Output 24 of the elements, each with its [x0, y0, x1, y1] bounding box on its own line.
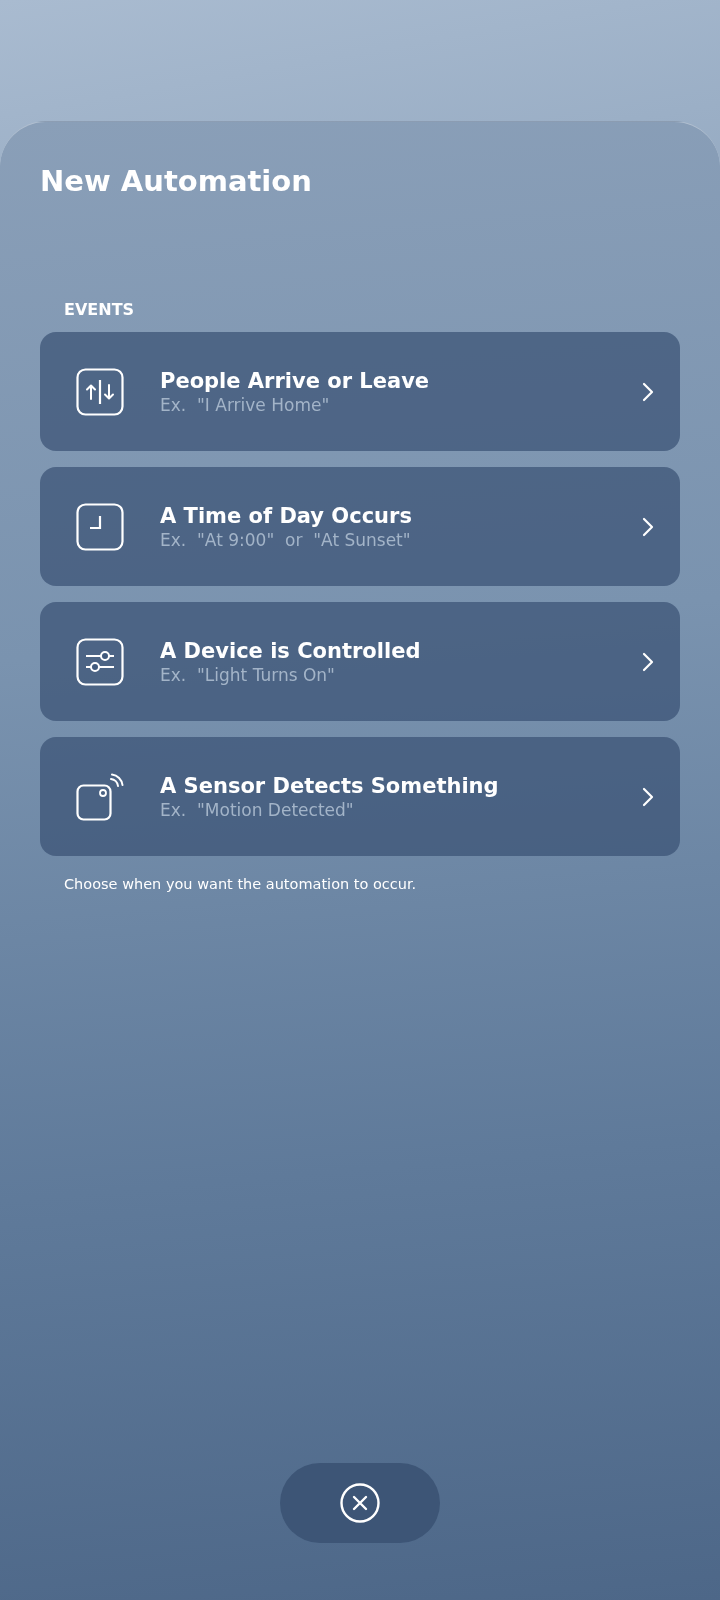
chevron-right-icon	[642, 516, 654, 537]
option-example: Ex. "I Arrive Home"	[160, 393, 331, 416]
event-option[interactable]: A Device is Controlled Ex. "Light Turns On"	[40, 602, 680, 721]
event-option[interactable]: A Time of Day Occurs Ex. "At 9:00" or "At Sunset"	[40, 467, 680, 586]
arrows-icon	[76, 367, 124, 416]
sensor-icon	[76, 772, 124, 821]
option-title: A Sensor Detects Something	[160, 772, 500, 799]
sheet-title: New Automation	[40, 163, 313, 200]
option-title: A Time of Day Occurs	[160, 502, 413, 529]
option-example: Ex. "Motion Detected"	[160, 798, 355, 821]
chevron-right-icon	[642, 651, 654, 672]
clock-icon	[76, 502, 124, 551]
sliders-icon	[76, 637, 124, 686]
option-title: People Arrive or Leave	[160, 367, 431, 394]
chevron-right-icon	[642, 381, 654, 402]
close-icon	[340, 1483, 380, 1523]
hint-text: Choose when you want the automation to occur.	[64, 875, 418, 894]
option-example: Ex. "Light Turns On"	[160, 663, 336, 686]
event-option[interactable]: People Arrive or Leave Ex. "I Arrive Home"	[40, 332, 680, 451]
section-label: EVENTS	[64, 300, 136, 320]
event-option[interactable]: A Sensor Detects Something Ex. "Motion Detected"	[40, 737, 680, 856]
option-title: A Device is Controlled	[160, 637, 422, 664]
option-example: Ex. "At 9:00" or "At Sunset"	[160, 528, 412, 551]
chevron-right-icon	[642, 786, 654, 807]
